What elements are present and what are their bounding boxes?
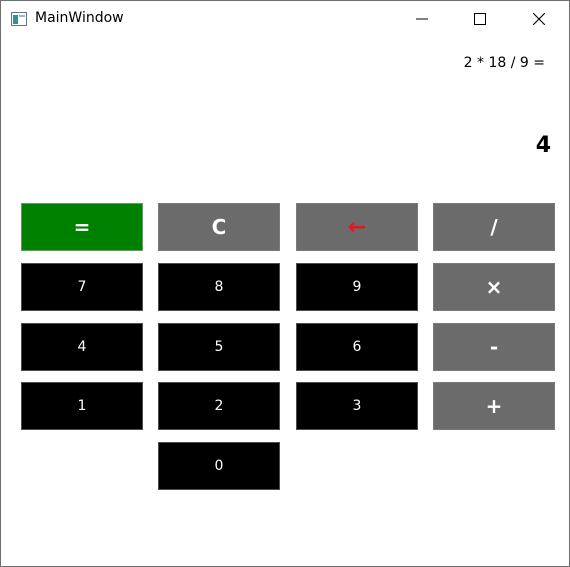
digit-2-button[interactable]: 2 <box>158 382 280 430</box>
equals-button[interactable]: = <box>21 203 143 251</box>
maximize-icon <box>474 13 486 25</box>
digit-3-button[interactable]: 3 <box>296 382 418 430</box>
minimize-icon <box>416 18 428 20</box>
minimize-button[interactable] <box>393 1 451 37</box>
add-button[interactable]: + <box>433 382 555 430</box>
backspace-button[interactable]: ← <box>296 203 418 251</box>
digit-7-button[interactable]: 7 <box>21 263 143 311</box>
clear-button[interactable]: C <box>158 203 280 251</box>
multiply-button[interactable]: × <box>433 263 555 311</box>
digit-6-button[interactable]: 6 <box>296 323 418 371</box>
maximize-button[interactable] <box>451 1 509 37</box>
close-icon <box>533 13 545 25</box>
close-button[interactable] <box>510 1 568 37</box>
digit-4-button[interactable]: 4 <box>21 323 143 371</box>
subtract-button[interactable]: - <box>433 323 555 371</box>
expression-display: 2 * 18 / 9 = <box>463 55 545 71</box>
digit-0-button[interactable]: 0 <box>158 442 280 490</box>
digit-5-button[interactable]: 5 <box>158 323 280 371</box>
digit-1-button[interactable]: 1 <box>21 382 143 430</box>
main-window: MainWindow 2 * 18 / 9 = 4 = C ← / 7 8 9 … <box>0 0 570 567</box>
result-display: 4 <box>535 133 551 158</box>
digit-8-button[interactable]: 8 <box>158 263 280 311</box>
window-title: MainWindow <box>35 10 124 26</box>
window-app-icon <box>11 12 27 26</box>
divide-button[interactable]: / <box>433 203 555 251</box>
digit-9-button[interactable]: 9 <box>296 263 418 311</box>
title-bar[interactable]: MainWindow <box>1 1 569 37</box>
